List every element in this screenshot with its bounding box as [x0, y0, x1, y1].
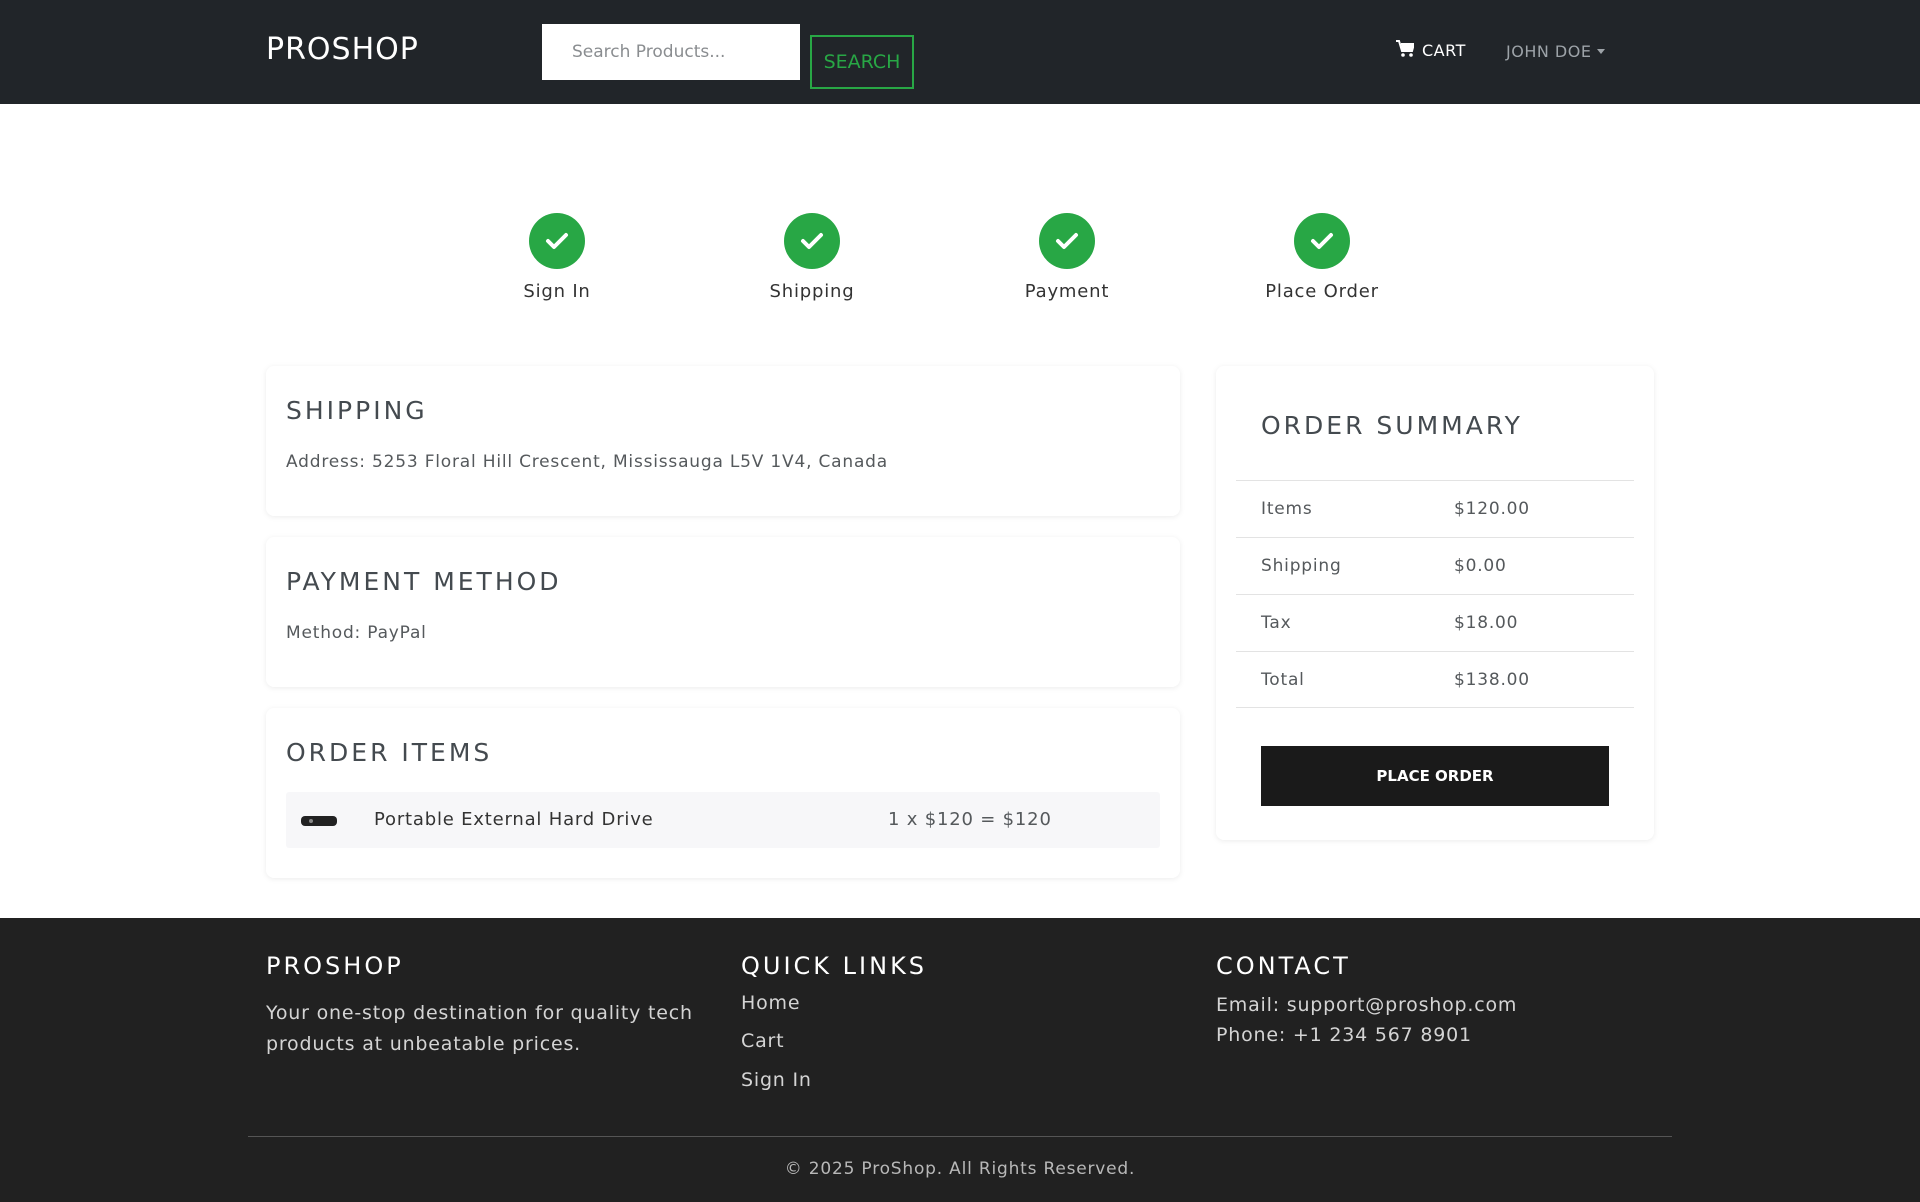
contact-email: Email: support@proshop.com — [1216, 994, 1518, 1016]
summary-label: Tax — [1261, 613, 1292, 633]
chevron-down-icon — [1597, 49, 1606, 54]
summary-label: Shipping — [1261, 556, 1342, 576]
step-label: Place Order — [1265, 281, 1379, 302]
footer-link-home[interactable]: Home — [741, 992, 800, 1014]
payment-title: PAYMENT METHOD — [286, 567, 562, 596]
quick-links-title: QUICK LINKS — [741, 952, 928, 980]
cart-label: CART — [1422, 41, 1466, 60]
copyright: © 2025 ProShop. All Rights Reserved. — [784, 1159, 1136, 1179]
brand-logo[interactable]: PROSHOP — [266, 32, 419, 67]
step-shipping[interactable]: Shipping — [732, 213, 892, 302]
product-name-link[interactable]: Portable External Hard Drive — [374, 809, 654, 830]
check-icon — [1039, 213, 1095, 269]
summary-row-items: Items $120.00 — [1236, 480, 1634, 537]
shopping-cart-icon — [1396, 40, 1416, 61]
step-label: Shipping — [769, 281, 855, 302]
check-icon — [784, 213, 840, 269]
user-dropdown[interactable]: JOHN DOE — [1506, 42, 1606, 61]
summary-row-tax: Tax $18.00 — [1236, 594, 1634, 651]
footer-brand: PROSHOP — [266, 952, 404, 980]
footer-link-cart[interactable]: Cart — [741, 1030, 784, 1052]
step-sign-in[interactable]: Sign In — [477, 213, 637, 302]
summary-row-total: Total $138.00 — [1236, 651, 1634, 708]
footer-link-sign-in[interactable]: Sign In — [741, 1069, 812, 1091]
shipping-address: Address: 5253 Floral Hill Crescent, Miss… — [286, 452, 888, 472]
footer: PROSHOP Your one-stop destination for qu… — [0, 918, 1920, 1202]
summary-value: $18.00 — [1454, 613, 1519, 633]
search-input[interactable] — [542, 24, 800, 80]
summary-value: $0.00 — [1454, 556, 1507, 576]
order-items-title: ORDER ITEMS — [286, 738, 493, 767]
summary-row-shipping: Shipping $0.00 — [1236, 537, 1634, 594]
item-price-calculation: 1 x $120 = $120 — [888, 809, 1052, 830]
footer-divider — [248, 1136, 1672, 1137]
step-payment[interactable]: Payment — [987, 213, 1147, 302]
step-label: Sign In — [523, 281, 591, 302]
cart-link[interactable]: CART — [1396, 40, 1466, 61]
place-order-button[interactable]: PLACE ORDER — [1261, 746, 1609, 806]
check-icon — [1294, 213, 1350, 269]
step-place-order[interactable]: Place Order — [1242, 213, 1402, 302]
order-items-card: ORDER ITEMS Portable External Hard Drive… — [266, 708, 1180, 878]
payment-method: Method: PayPal — [286, 623, 427, 643]
step-label: Payment — [1024, 281, 1110, 302]
summary-value: $138.00 — [1454, 670, 1530, 690]
search-button[interactable]: SEARCH — [810, 35, 914, 89]
list-item: Portable External Hard Drive 1 x $120 = … — [286, 792, 1160, 848]
payment-card: PAYMENT METHOD Method: PayPal — [266, 537, 1180, 687]
product-thumbnail[interactable] — [301, 816, 337, 826]
shipping-card: SHIPPING Address: 5253 Floral Hill Cresc… — [266, 366, 1180, 516]
order-summary-title: ORDER SUMMARY — [1261, 411, 1523, 440]
shipping-title: SHIPPING — [286, 396, 428, 425]
summary-label: Total — [1261, 670, 1305, 690]
top-navbar: PROSHOP SEARCH CART JOHN DOE — [0, 0, 1920, 104]
summary-value: $120.00 — [1454, 499, 1530, 519]
user-name: JOHN DOE — [1506, 42, 1592, 61]
summary-label: Items — [1261, 499, 1313, 519]
contact-phone: Phone: +1 234 567 8901 — [1216, 1024, 1472, 1046]
check-icon — [529, 213, 585, 269]
footer-tagline: Your one-stop destination for quality te… — [266, 1002, 693, 1055]
contact-title: CONTACT — [1216, 952, 1351, 980]
order-summary-card: ORDER SUMMARY Items $120.00 Shipping $0.… — [1216, 366, 1654, 840]
